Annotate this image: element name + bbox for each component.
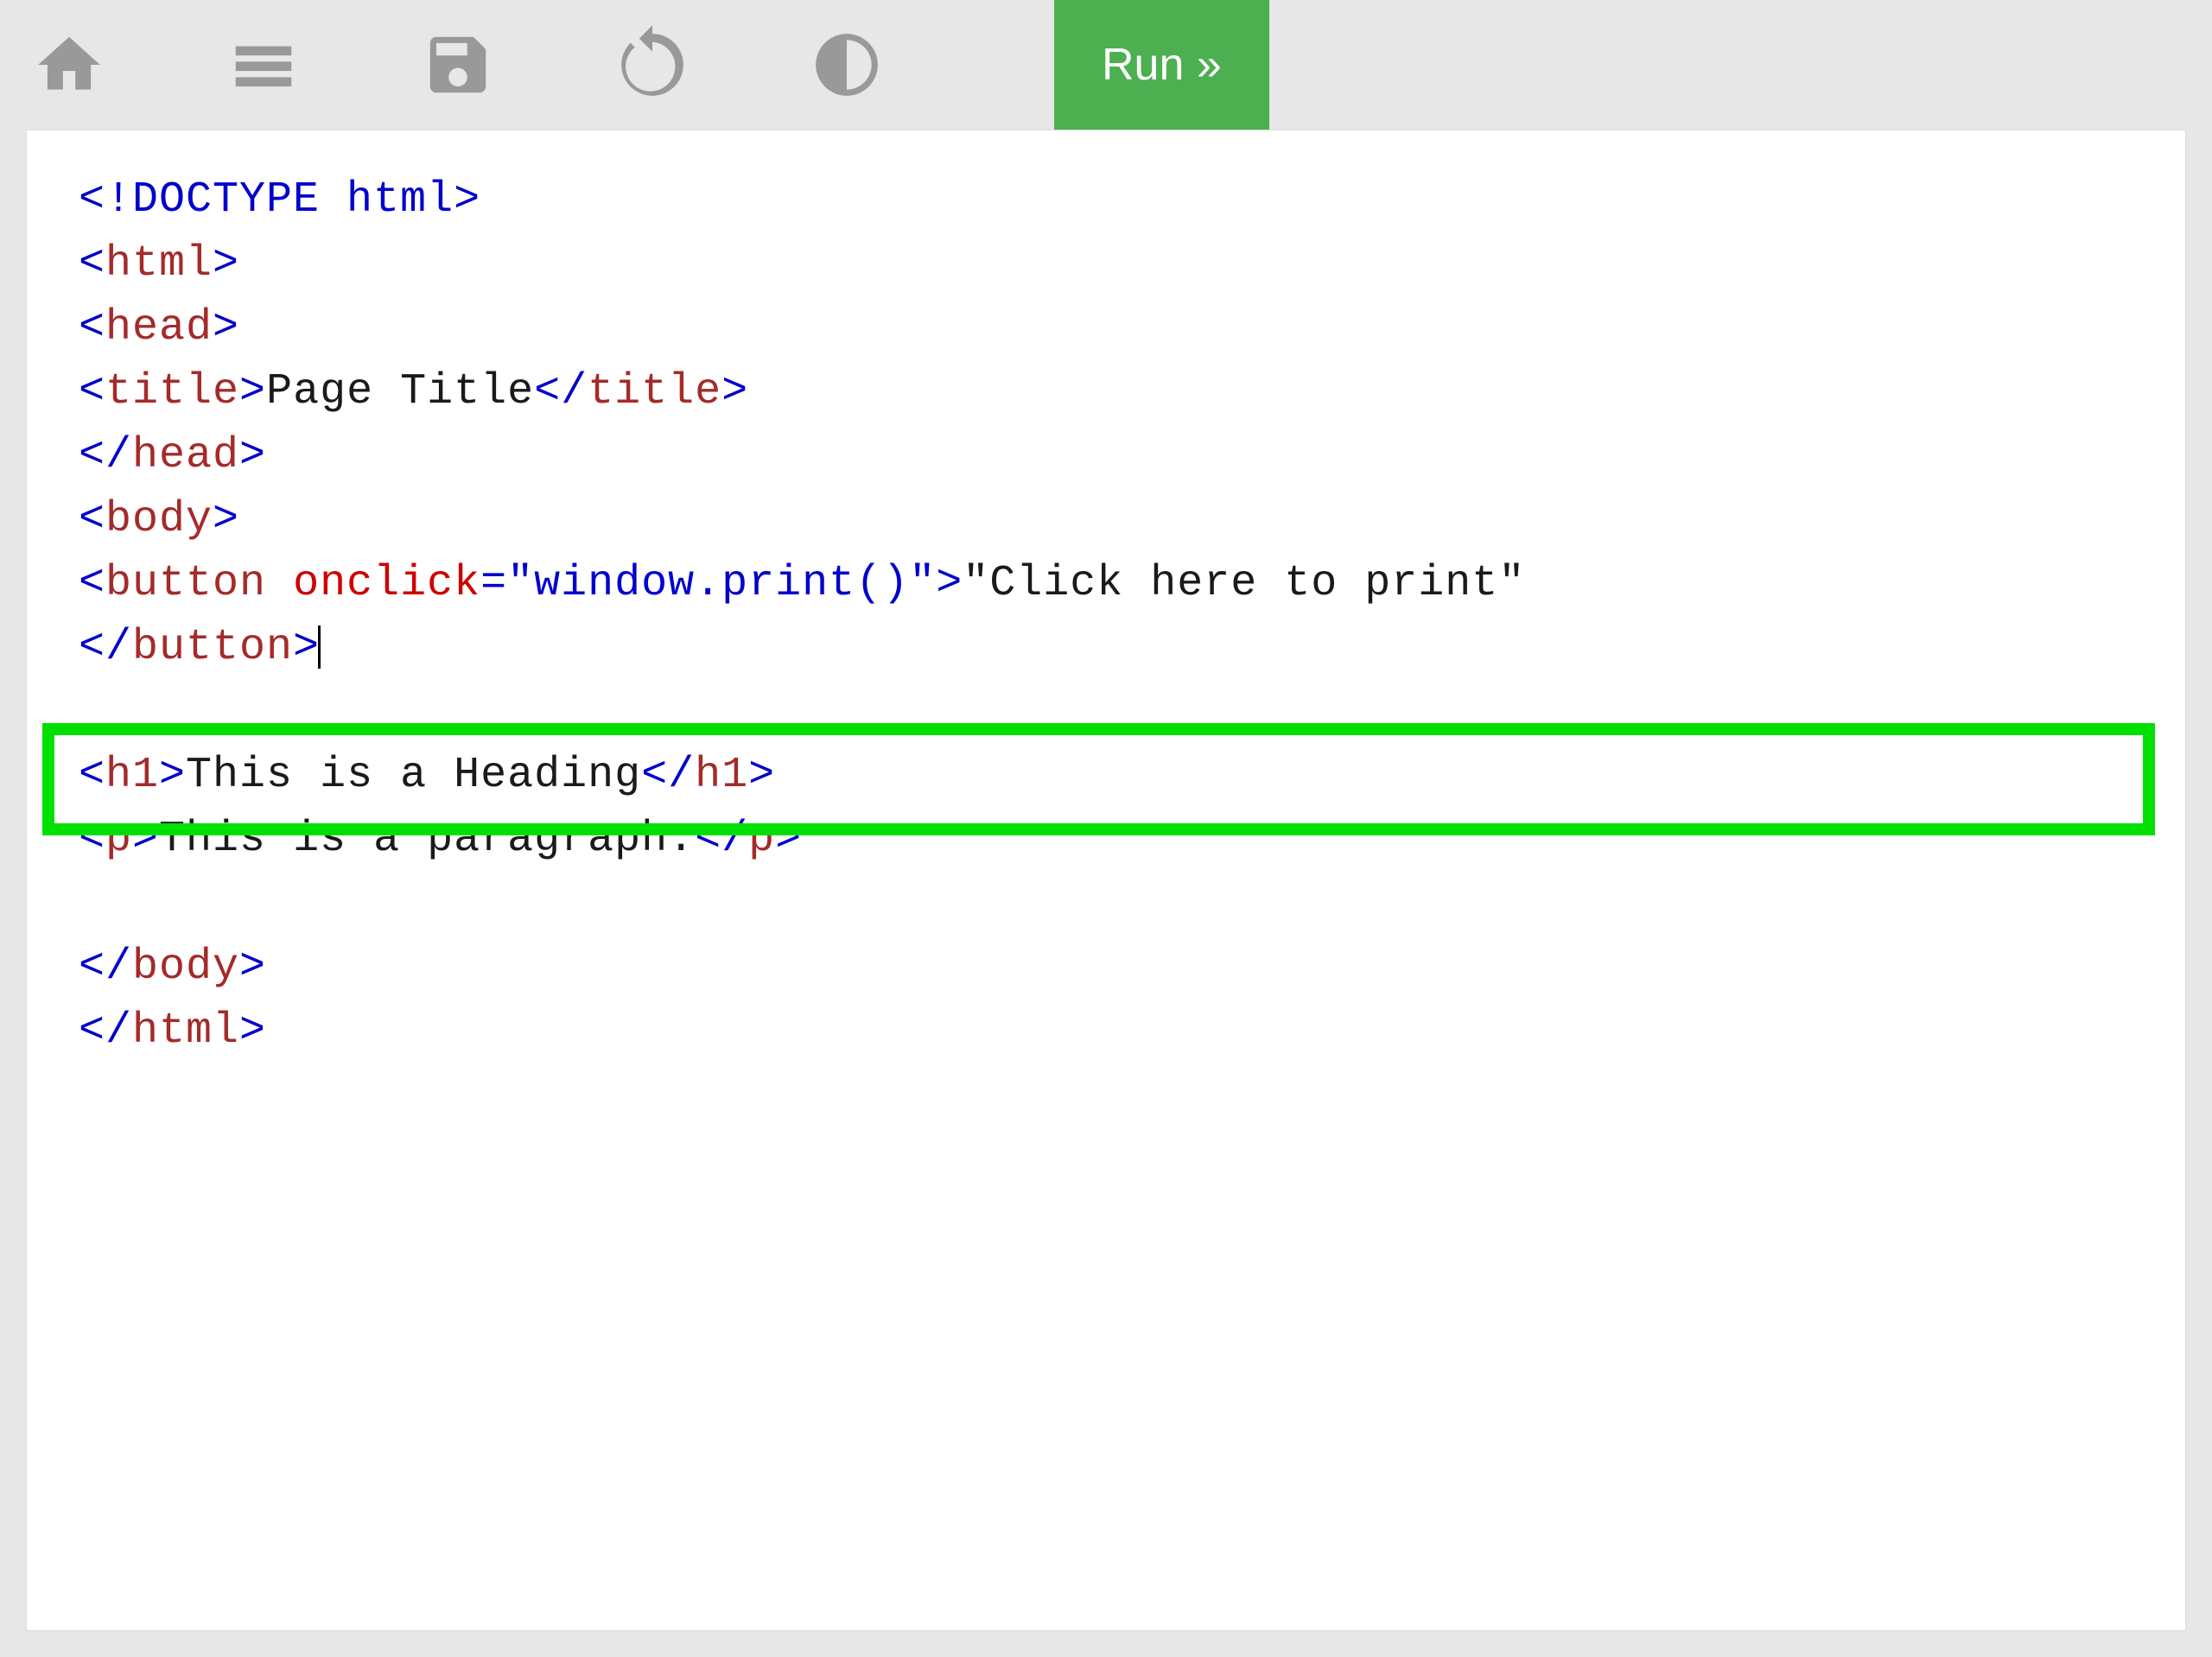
tag-bracket: > [213, 239, 239, 289]
tag-bracket: </ [79, 431, 132, 480]
tag-body-close: body [132, 943, 239, 992]
tag-h1-close: h1 [695, 751, 748, 800]
rotate-icon[interactable] [613, 26, 691, 104]
tag-bracket: > [748, 751, 775, 800]
menu-icon[interactable] [225, 26, 302, 104]
toolbar: Run » [0, 0, 2212, 130]
tag-button: button [105, 559, 266, 608]
tag-p: p [105, 815, 132, 864]
code-editor[interactable]: <!DOCTYPE html> <html> <head> <title>Pag… [26, 130, 2186, 1631]
tag-bracket: </ [79, 1006, 132, 1056]
tag-h1: h1 [105, 751, 159, 800]
tag-bracket: < [79, 495, 105, 544]
tag-bracket: < [79, 303, 105, 352]
title-text: Page Title [266, 367, 534, 416]
tag-bracket: > [721, 367, 748, 416]
tag-bracket: > [132, 815, 159, 864]
contrast-icon[interactable] [808, 26, 886, 104]
tag-bracket: > [239, 431, 266, 480]
button-text: "Click here to print" [963, 559, 1525, 608]
save-icon[interactable] [419, 26, 497, 104]
attr-val: "window.print()" [507, 559, 936, 608]
tag-p-close: p [748, 815, 775, 864]
tag-bracket: > [239, 367, 266, 416]
tag-bracket: < [79, 239, 105, 289]
tag-bracket: < [79, 815, 105, 864]
tag-head: head [105, 303, 213, 352]
tag-html-close: html [132, 1006, 239, 1056]
tag-bracket: > [775, 815, 802, 864]
tag-bracket: < [79, 559, 105, 608]
space [266, 559, 293, 608]
tag-html: html [105, 239, 213, 289]
code-content[interactable]: <!DOCTYPE html> <html> <head> <title>Pag… [27, 148, 2185, 1084]
tag-bracket: > [293, 623, 320, 672]
tag-title: title [105, 367, 239, 416]
equals: = [480, 559, 507, 608]
tag-title-close: title [588, 367, 721, 416]
text-cursor [318, 625, 321, 669]
tag-button-close: button [132, 623, 293, 672]
tag-bracket: > [159, 751, 186, 800]
tag-head-close: head [132, 431, 239, 480]
tag-bracket: > [239, 1006, 266, 1056]
tag-bracket: </ [695, 815, 748, 864]
tag-bracket: < [79, 751, 105, 800]
h1-text: This is a Heading [186, 751, 641, 800]
tag-bracket: < [79, 367, 105, 416]
tag-bracket: > [936, 559, 963, 608]
tag-bracket: > [239, 943, 266, 992]
tag-bracket: > [213, 495, 239, 544]
doctype: <!DOCTYPE html> [79, 175, 480, 225]
tag-bracket: </ [641, 751, 695, 800]
home-icon[interactable] [30, 26, 108, 104]
tag-bracket: </ [79, 943, 132, 992]
attr-onclick: onclick [293, 559, 480, 608]
tag-bracket: > [213, 303, 239, 352]
tag-body: body [105, 495, 213, 544]
run-button[interactable]: Run » [1054, 0, 1269, 130]
p-text: This is a paragraph. [159, 815, 695, 864]
tag-bracket: </ [79, 623, 132, 672]
tag-bracket: </ [534, 367, 588, 416]
